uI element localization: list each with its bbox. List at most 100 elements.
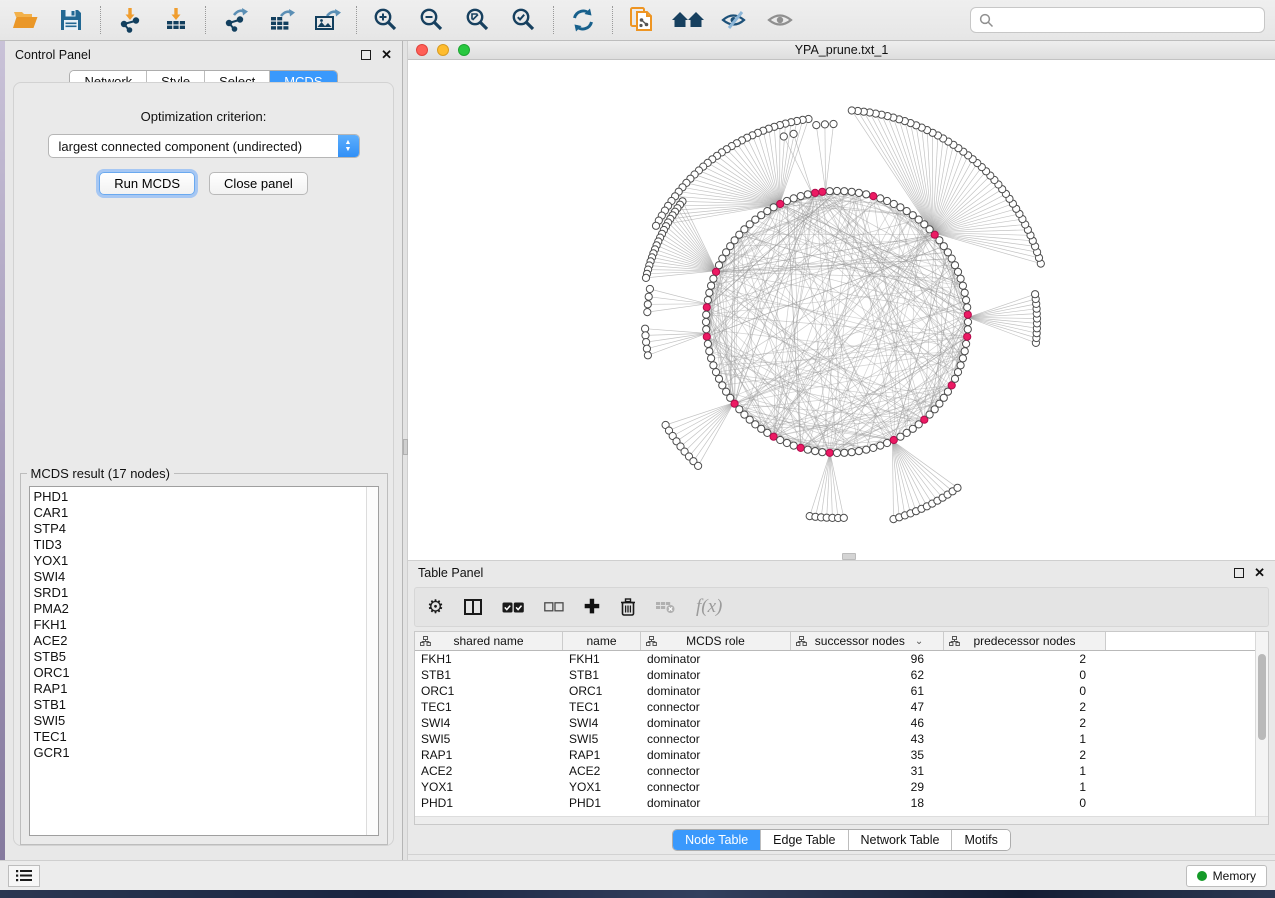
graph-node[interactable] [884,439,891,446]
graph-node[interactable] [642,325,649,332]
mcds-result-item[interactable]: FKH1 [34,617,366,633]
close-panel-icon[interactable]: ✕ [381,50,392,60]
graph-node[interactable] [848,188,855,195]
optimization-criterion-select[interactable]: largest connected component (undirected)… [48,134,360,158]
graph-node[interactable] [804,446,811,453]
table-row[interactable]: STB1STB1dominator620 [415,667,1255,683]
graph-node[interactable] [826,449,833,456]
graph-node[interactable] [964,333,971,340]
graph-node[interactable] [954,268,961,275]
mcds-result-item[interactable]: ACE2 [34,633,366,649]
graph-node[interactable] [957,362,964,369]
graph-node[interactable] [848,107,855,114]
zoom-out-button[interactable] [417,5,447,35]
table-row[interactable]: TEC1TEC1connector472 [415,699,1255,715]
clone-network-button[interactable] [627,5,657,35]
tab-network-table[interactable]: Network Table [849,830,953,850]
graph-node[interactable] [954,484,961,491]
task-history-button[interactable] [8,865,40,887]
graph-node[interactable] [706,289,713,296]
deselect-all-rows-button[interactable] [544,602,564,612]
graph-node[interactable] [826,188,833,195]
graph-node[interactable] [702,318,709,325]
show-columns-button[interactable] [464,599,482,615]
graph-node[interactable] [870,444,877,451]
graph-node[interactable] [712,268,719,275]
column-header-MCDS-role[interactable]: MCDS role [641,632,791,650]
graph-node[interactable] [964,326,971,333]
graph-node[interactable] [819,188,826,195]
graph-node[interactable] [695,462,702,469]
search-input[interactable] [1000,13,1256,28]
graph-node[interactable] [964,304,971,311]
graph-node[interactable] [652,222,659,229]
mcds-result-item[interactable]: STB1 [34,697,366,713]
graph-node[interactable] [841,449,848,456]
mcds-result-item[interactable]: CAR1 [34,505,366,521]
graph-node[interactable] [710,362,717,369]
graph-node[interactable] [643,345,650,352]
network-canvas[interactable] [408,60,1275,554]
mcds-result-list[interactable]: PHD1CAR1STP4TID3YOX1SWI4SRD1PMA2FKH1ACE2… [29,486,379,836]
table-hscrollbar[interactable] [415,816,1268,824]
table-row[interactable]: YOX1YOX1connector291 [415,779,1255,795]
mcds-result-item[interactable]: TEC1 [34,729,366,745]
graph-node[interactable] [890,200,897,207]
graph-node[interactable] [855,189,862,196]
graph-node[interactable] [715,375,722,382]
mcds-result-item[interactable]: PHD1 [34,489,366,505]
graph-node[interactable] [703,326,710,333]
close-panel-button[interactable]: Close panel [209,172,308,195]
graph-node[interactable] [863,191,870,198]
graph-node[interactable] [797,444,804,451]
graph-node[interactable] [812,189,819,196]
import-table-button[interactable] [161,5,191,35]
mcds-result-item[interactable]: YOX1 [34,553,366,569]
graph-node[interactable] [855,448,862,455]
graph-node[interactable] [790,442,797,449]
table-row[interactable]: PHD1PHD1dominator180 [415,795,1255,811]
mcds-result-item[interactable]: RAP1 [34,681,366,697]
table-row[interactable]: SWI5SWI5connector431 [415,731,1255,747]
graph-node[interactable] [948,382,955,389]
search-box[interactable] [970,7,1265,33]
graph-node[interactable] [833,187,840,194]
tab-edge-table[interactable]: Edge Table [761,830,848,850]
graph-node[interactable] [703,304,710,311]
graph-node[interactable] [783,197,790,204]
export-image-button[interactable] [312,5,342,35]
graph-node[interactable] [804,191,811,198]
mcds-result-item[interactable]: SRD1 [34,585,366,601]
graph-node[interactable] [819,449,826,456]
zoom-in-button[interactable] [371,5,401,35]
graph-node[interactable] [704,297,711,304]
open-file-button[interactable] [10,5,40,35]
graph-node[interactable] [890,436,897,443]
tab-node-table[interactable]: Node Table [673,830,761,850]
graph-node[interactable] [877,442,884,449]
graph-node[interactable] [961,289,968,296]
run-mcds-button[interactable]: Run MCDS [99,172,195,195]
zoom-fit-button[interactable] [463,5,493,35]
mcds-result-item[interactable]: GCR1 [34,745,366,761]
graph-node[interactable] [777,436,784,443]
sort-caret-icon[interactable]: ⌄ [915,636,923,647]
graph-node[interactable] [644,309,651,316]
graph-node[interactable] [841,188,848,195]
graph-node[interactable] [863,446,870,453]
table-row[interactable]: SWI4SWI4dominator462 [415,715,1255,731]
graph-node[interactable] [821,121,828,128]
graph-node[interactable] [812,448,819,455]
zoom-selected-button[interactable] [509,5,539,35]
graph-node[interactable] [1032,291,1039,298]
float-panel-icon[interactable] [361,50,371,60]
mcds-result-item[interactable]: STP4 [34,521,366,537]
table-scrollbar[interactable] [1255,632,1268,816]
memory-button[interactable]: Memory [1186,865,1267,887]
graph-node[interactable] [642,274,649,281]
graph-node[interactable] [840,514,847,521]
column-header-predecessor-nodes[interactable]: predecessor nodes [944,632,1106,650]
graph-node[interactable] [959,355,966,362]
graph-node[interactable] [780,133,787,140]
graph-node[interactable] [897,204,904,211]
